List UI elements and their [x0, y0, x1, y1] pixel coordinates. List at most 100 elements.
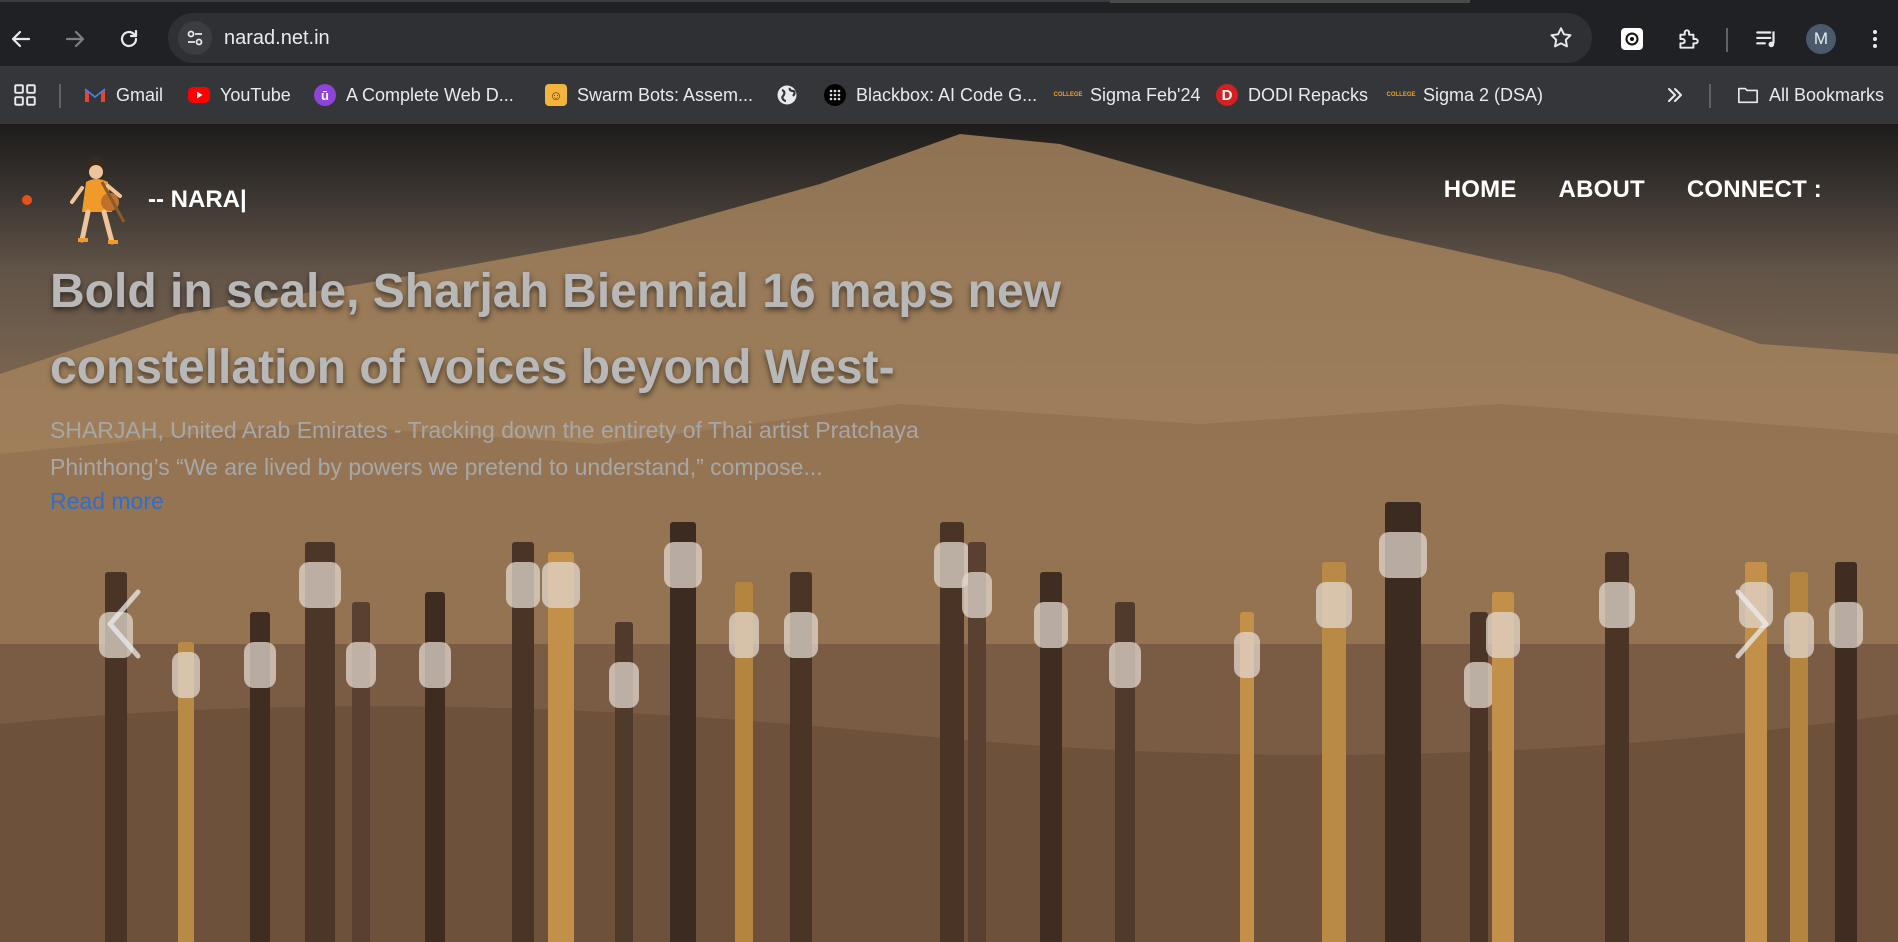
- chatgpt-icon: [1621, 28, 1643, 50]
- pole-wrap: [299, 562, 341, 608]
- more-bookmarks-button[interactable]: [1664, 80, 1686, 110]
- pole: [1829, 562, 1863, 942]
- bookmark-star-button[interactable]: [1548, 25, 1574, 56]
- star-icon: [1550, 27, 1572, 48]
- site-logo[interactable]: -- NARA|: [22, 150, 247, 250]
- forward-button[interactable]: [60, 24, 90, 54]
- pole-wrap: [962, 572, 992, 618]
- pole-wrap: [542, 562, 580, 608]
- carousel-prev-button[interactable]: [100, 584, 150, 664]
- site-nav: HOME ABOUT CONNECT :: [1444, 176, 1822, 204]
- narad-mascot-icon: [70, 157, 126, 245]
- globe-icon: [776, 84, 798, 106]
- profile-button[interactable]: M: [1806, 24, 1836, 54]
- bookmarks-bar: Gmail YouTube ū A Complete Web D... ☺ Sw…: [0, 66, 1898, 124]
- nav-about[interactable]: ABOUT: [1559, 176, 1645, 204]
- bookmark-web-course[interactable]: ū A Complete Web D...: [314, 80, 514, 110]
- site-info-button[interactable]: [178, 21, 212, 55]
- pole: [664, 522, 702, 942]
- nav-home[interactable]: HOME: [1444, 176, 1517, 204]
- site-brand-name: -- NARA|: [148, 186, 247, 213]
- pole: [419, 592, 451, 942]
- game-icon: ☺: [545, 84, 567, 106]
- pole: [934, 522, 970, 942]
- bookmark-dodi-repacks[interactable]: D DODI Repacks: [1216, 80, 1368, 110]
- bookmark-globe[interactable]: [776, 80, 808, 110]
- bookmark-label: Sigma 2 (DSA): [1423, 84, 1544, 105]
- gmail-icon: [84, 84, 106, 106]
- pole-wrap: [244, 642, 276, 688]
- bookmark-sigma-feb[interactable]: COLLEGE Sigma Feb'24: [1053, 80, 1201, 110]
- back-button[interactable]: [6, 24, 36, 54]
- bookmark-label: Sigma Feb'24: [1090, 84, 1201, 105]
- bookmark-label: A Complete Web D...: [346, 84, 514, 105]
- pole: [542, 552, 580, 942]
- back-arrow-icon: [11, 30, 31, 48]
- college-icon: COLLEGE: [1386, 92, 1416, 98]
- tune-icon: [187, 30, 203, 46]
- url-text[interactable]: narad.net.in: [224, 27, 330, 50]
- carousel-next-button[interactable]: [1726, 584, 1776, 664]
- reload-button[interactable]: [114, 24, 144, 54]
- extension-chatgpt-button[interactable]: [1617, 24, 1647, 54]
- chevron-left-icon: [107, 589, 141, 659]
- pole-wrap: [664, 542, 702, 588]
- pole: [962, 542, 992, 942]
- pole-wrap: [1379, 532, 1427, 578]
- article-headline: Bold in scale, Sharjah Biennial 16 maps …: [50, 265, 1061, 394]
- pole-wrap: [1784, 612, 1814, 658]
- queue-music-icon: [1756, 31, 1775, 48]
- bookmark-label: YouTube: [220, 84, 291, 105]
- bookmark-label: DODI Repacks: [1248, 84, 1369, 105]
- avatar: M: [1806, 24, 1836, 54]
- pole-wrap: [1464, 662, 1494, 708]
- pole: [299, 542, 341, 942]
- chevron-double-right-icon: [1668, 88, 1682, 102]
- address-bar[interactable]: narad.net.in: [168, 13, 1592, 63]
- pole-wrap: [1599, 582, 1635, 628]
- pole-wrap: [172, 652, 200, 698]
- pole: [1486, 592, 1520, 942]
- all-bookmarks-button[interactable]: All Bookmarks: [1737, 80, 1884, 110]
- udemy-icon: ū: [314, 84, 336, 106]
- pole-wrap: [346, 642, 376, 688]
- pole: [1234, 612, 1260, 942]
- college-icon: COLLEGE: [1053, 92, 1083, 98]
- pole-wrap: [1234, 632, 1260, 678]
- pole: [609, 622, 639, 942]
- youtube-icon: [188, 87, 210, 103]
- tab-strip-edge: [1110, 0, 1470, 3]
- pole-wrap: [1829, 602, 1863, 648]
- puzzle-icon: [1679, 29, 1699, 49]
- pole: [1784, 572, 1814, 942]
- blackbox-icon: [824, 84, 846, 106]
- chevron-right-icon: [1735, 589, 1769, 659]
- bookmark-blackbox[interactable]: Blackbox: AI Code G...: [824, 80, 1037, 110]
- pole: [1034, 572, 1068, 942]
- extensions-button[interactable]: [1673, 24, 1703, 54]
- bookmark-gmail[interactable]: Gmail: [84, 80, 163, 110]
- pole-wrap: [1316, 582, 1352, 628]
- hero-carousel: -- NARA| HOME ABOUT CONNECT : Bold in sc…: [0, 124, 1898, 942]
- pole: [346, 602, 376, 942]
- folder-icon: [1737, 84, 1759, 106]
- chrome-menu-button[interactable]: [1860, 24, 1890, 54]
- pole: [244, 612, 276, 942]
- apps-grid-icon: [14, 84, 36, 106]
- bookmark-sigma-2[interactable]: COLLEGE Sigma 2 (DSA): [1386, 80, 1544, 110]
- pole-wrap: [419, 642, 451, 688]
- apps-button[interactable]: [12, 80, 38, 110]
- nav-connect[interactable]: CONNECT :: [1687, 176, 1822, 204]
- pole: [1379, 502, 1427, 942]
- all-bookmarks-label: All Bookmarks: [1769, 84, 1885, 105]
- pole-wrap: [609, 662, 639, 708]
- bookmark-youtube[interactable]: YouTube: [188, 80, 291, 110]
- media-controls-button[interactable]: [1752, 24, 1782, 54]
- pole: [729, 582, 759, 942]
- reload-icon: [120, 29, 138, 48]
- bookmark-swarm-bots[interactable]: ☺ Swarm Bots: Assem...: [545, 80, 753, 110]
- pole-wrap: [729, 612, 759, 658]
- read-more-link[interactable]: Read more: [50, 488, 164, 515]
- browser-toolbar: narad.net.in M: [0, 10, 1898, 66]
- pole-wrap: [784, 612, 818, 658]
